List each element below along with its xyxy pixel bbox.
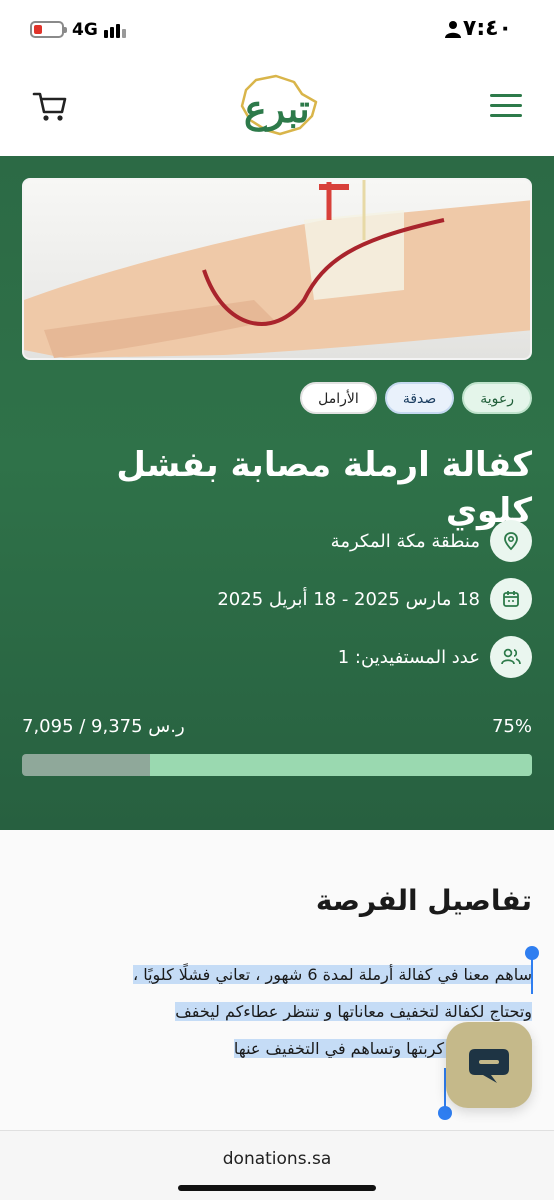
selection-handle-end[interactable]: [438, 1106, 452, 1120]
tag-widows[interactable]: الأرامل: [300, 382, 377, 414]
selection-bar-start: [531, 954, 533, 994]
campaign-image: [22, 178, 532, 360]
campaign-tags: رعوية صدقة الأرامل: [300, 382, 532, 414]
logo-text: تبرع: [244, 86, 310, 131]
tag-sadaqa[interactable]: صدقة: [384, 382, 455, 414]
users-icon: [490, 636, 532, 678]
campaign-hero: رعوية صدقة الأرامل كفالة ارملة مصابة بفش…: [0, 156, 554, 830]
cart-icon[interactable]: [32, 90, 68, 124]
description-line: ساهم معنا في كفالة أرملة لمدة 6 شهور ، ت…: [132, 965, 532, 984]
status-bar: 4G ٧:٤٠: [0, 0, 554, 60]
beneficiaries-row: عدد المستفيدين: 1: [338, 636, 532, 678]
description-line: وتحتاج لكفالة لتخفيف معاناتها و تنتظر عط…: [175, 1002, 532, 1021]
progress-amount: 7,095 / 9,375 ر.س: [22, 716, 185, 737]
beneficiaries-text: عدد المستفيدين: 1: [337, 646, 480, 668]
location-pin-icon: [490, 520, 532, 562]
status-time: ٧:٤٠: [462, 16, 512, 41]
network-type: 4G: [72, 20, 98, 40]
chat-bubble-icon: [469, 1049, 509, 1083]
menu-icon[interactable]: [490, 92, 522, 120]
url-text[interactable]: donations.sa: [0, 1149, 554, 1169]
person-icon: [445, 21, 461, 38]
selection-handle-start[interactable]: [525, 946, 539, 960]
browser-url-bar[interactable]: donations.sa: [0, 1130, 554, 1200]
app-header: تبرع: [0, 60, 554, 156]
location-text: منطقة مكة المكرمة: [330, 530, 480, 552]
calendar-icon: [490, 578, 532, 620]
date-range-text: 18 مارس 2025 - 18 أبريل 2025: [217, 588, 480, 610]
progress-bar-fill: [149, 754, 532, 776]
signal-icon: [104, 22, 130, 38]
location-row: منطقة مكة المكرمة: [331, 520, 532, 562]
tag-raawiya[interactable]: رعوية: [462, 382, 532, 414]
details-title: تفاصيل الفرصة: [315, 884, 532, 917]
progress-percent: 75%: [491, 716, 532, 737]
chat-button[interactable]: [446, 1022, 532, 1108]
details-section: تفاصيل الفرصة ساهم معنا في كفالة أرملة ل…: [0, 830, 554, 1130]
home-indicator[interactable]: [178, 1185, 376, 1191]
battery-icon: [30, 21, 67, 38]
progress-bar: [22, 754, 532, 776]
date-row: 18 مارس 2025 - 18 أبريل 2025: [217, 578, 532, 620]
logo[interactable]: تبرع: [236, 72, 320, 142]
